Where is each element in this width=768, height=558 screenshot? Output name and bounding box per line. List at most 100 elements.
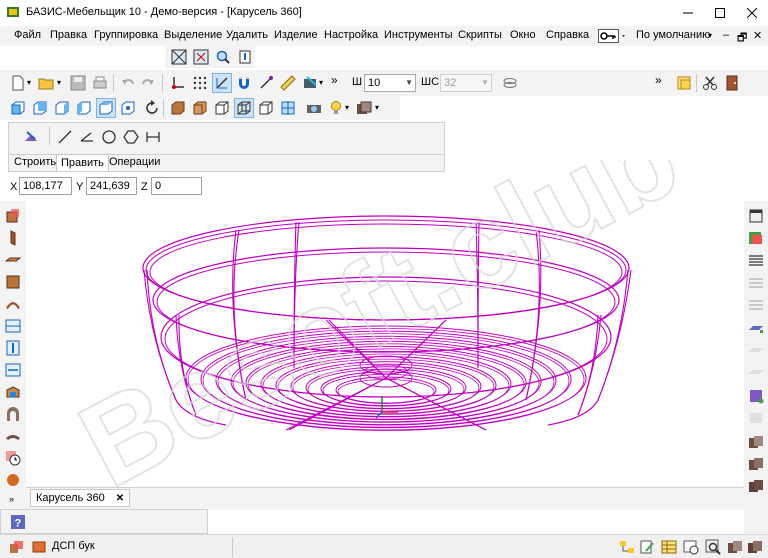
horizontal-panel-button[interactable]: [4, 251, 22, 269]
view-right-button[interactable]: [74, 98, 94, 118]
x-input[interactable]: 108,177: [19, 177, 72, 195]
r-cabinet-3-button[interactable]: [747, 477, 765, 495]
dimension-button[interactable]: [143, 127, 163, 147]
r-cabinet-button[interactable]: [747, 433, 765, 451]
open-file-button[interactable]: [36, 73, 56, 93]
snap-points-button[interactable]: [191, 47, 211, 67]
menu-tools[interactable]: Инструменты: [384, 29, 453, 41]
snap-grid-button[interactable]: [169, 47, 189, 67]
front-panel-button[interactable]: [4, 273, 22, 291]
camera-button[interactable]: [304, 98, 324, 118]
profile-dropdown-arrow[interactable]: ▾: [708, 31, 712, 40]
status-grid-button[interactable]: [660, 538, 678, 556]
r-stack-button[interactable]: [747, 251, 765, 269]
menu-file[interactable]: Файл: [14, 29, 41, 41]
redo-button[interactable]: [138, 73, 158, 93]
document-tab-close-icon[interactable]: ✕: [116, 493, 124, 504]
measure-line-button[interactable]: [256, 73, 276, 93]
menu-settings[interactable]: Настройка: [324, 29, 378, 41]
shc-combo[interactable]: 32 ▼: [440, 74, 492, 92]
r-board-button[interactable]: [747, 319, 765, 337]
close-button[interactable]: [736, 0, 768, 26]
ruler-button[interactable]: [278, 73, 298, 93]
help-button[interactable]: ?: [9, 513, 27, 531]
mdi-minimize-button[interactable]: –: [723, 29, 729, 41]
point-grid-button[interactable]: [190, 73, 210, 93]
mdi-restore-button[interactable]: 🗗: [737, 29, 747, 48]
hidden-lines-button[interactable]: [256, 98, 276, 118]
license-key-button[interactable]: [598, 29, 628, 43]
r-cabinet-2-button[interactable]: [747, 455, 765, 473]
status-edit-button[interactable]: [638, 538, 656, 556]
r-disabled-3-button[interactable]: [747, 341, 765, 359]
r-select-button[interactable]: [747, 207, 765, 225]
menu-select[interactable]: Выделение: [164, 29, 222, 41]
maximize-button[interactable]: [704, 0, 736, 26]
draw-line-button[interactable]: [55, 127, 75, 147]
toolbar-overflow-chevron-2[interactable]: »: [655, 73, 662, 87]
sphere-button[interactable]: [4, 471, 22, 489]
outline-render-button[interactable]: [212, 98, 232, 118]
view-iso-button[interactable]: [118, 98, 138, 118]
coordinate-system-button[interactable]: [168, 73, 188, 93]
arch-button[interactable]: [4, 405, 22, 423]
shaded-render-button[interactable]: [168, 98, 188, 118]
fittings-button[interactable]: [4, 449, 22, 467]
toolbar-overflow-chevron[interactable]: »: [331, 73, 338, 87]
width-combo[interactable]: 10 ▼: [364, 74, 416, 92]
lighting-button[interactable]: [326, 98, 346, 118]
menu-group[interactable]: Группировка: [94, 29, 158, 41]
menu-delete[interactable]: Удалить: [226, 29, 268, 41]
view-left-button[interactable]: [52, 98, 72, 118]
menu-edit[interactable]: Правка: [50, 29, 87, 41]
r-disabled-4-button[interactable]: [747, 363, 765, 381]
status-cabinet-2-button[interactable]: [746, 538, 764, 556]
document-tab[interactable]: Карусель 360 ✕: [30, 489, 131, 507]
lighting-dropdown-arrow[interactable]: ▾: [345, 103, 349, 112]
wireframe-render-button[interactable]: [234, 98, 254, 118]
menu-window[interactable]: Окно: [510, 29, 536, 41]
rotate-view-button[interactable]: [142, 98, 162, 118]
tab-edit[interactable]: Править: [56, 154, 109, 171]
bent-panel-button[interactable]: [4, 295, 22, 313]
profile-selector[interactable]: По умолчанию: [636, 29, 710, 41]
z-input[interactable]: 0: [151, 177, 202, 195]
view-top-button[interactable]: [96, 98, 116, 118]
profile-button[interactable]: [4, 339, 22, 357]
y-input[interactable]: 241,639: [86, 177, 137, 195]
draw-circle-button[interactable]: [99, 127, 119, 147]
materials-view-dropdown-arrow[interactable]: ▾: [375, 103, 379, 112]
new-file-button[interactable]: [8, 73, 28, 93]
menu-scripts[interactable]: Скрипты: [458, 29, 502, 41]
pin-button[interactable]: [235, 47, 255, 67]
menu-help[interactable]: Справка: [546, 29, 589, 41]
cut-button[interactable]: [700, 73, 720, 93]
frame-button[interactable]: [4, 317, 22, 335]
new-file-dropdown-arrow[interactable]: ▾: [27, 78, 31, 87]
texture-render-button[interactable]: [190, 98, 210, 118]
r-color-button[interactable]: [747, 229, 765, 247]
left-toolbar-more[interactable]: »: [9, 494, 14, 504]
draw-polygon-button[interactable]: [121, 127, 141, 147]
orthogonal-mode-button[interactable]: [212, 73, 232, 93]
drawing-canvas[interactable]: [26, 200, 744, 488]
door-button[interactable]: [722, 73, 742, 93]
layers-button[interactable]: [500, 73, 520, 93]
material-tool-dropdown-arrow[interactable]: ▾: [319, 78, 323, 87]
r-disabled-5-button[interactable]: [747, 409, 765, 427]
save-button[interactable]: [68, 73, 88, 93]
status-search-button[interactable]: [704, 538, 722, 556]
print-button[interactable]: [90, 73, 110, 93]
minimize-button[interactable]: [672, 0, 704, 26]
mdi-close-button[interactable]: ✕: [753, 29, 762, 42]
status-tree-button[interactable]: [618, 538, 636, 556]
sections-button[interactable]: [278, 98, 298, 118]
notes-button[interactable]: [674, 73, 694, 93]
box-button[interactable]: [4, 383, 22, 401]
r-disabled-1-button[interactable]: [747, 273, 765, 291]
view-back-button[interactable]: [30, 98, 50, 118]
r-box-button[interactable]: [747, 387, 765, 405]
vertical-panel-button[interactable]: [4, 229, 22, 247]
draw-angle-button[interactable]: [77, 127, 97, 147]
zoom-button[interactable]: [213, 47, 233, 67]
